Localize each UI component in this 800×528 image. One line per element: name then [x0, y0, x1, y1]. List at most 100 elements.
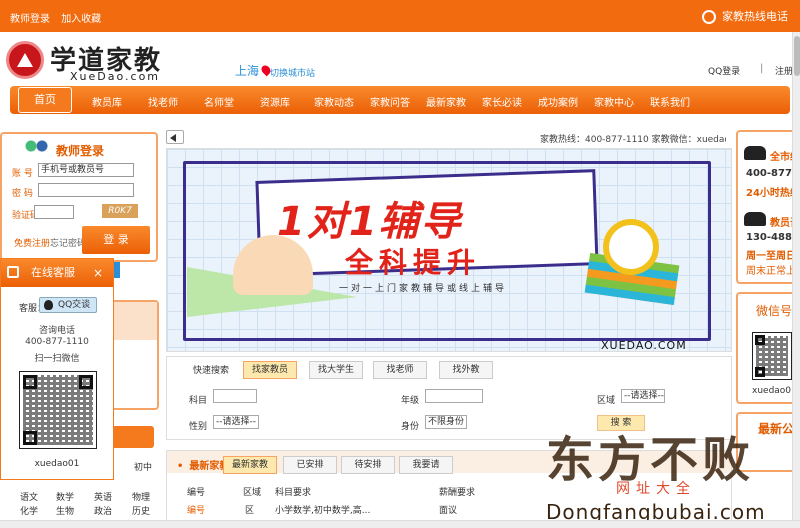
- wechat-title: 微信号: [756, 304, 793, 318]
- banner-watermark: XUEDAO.COM: [601, 339, 687, 352]
- top-link-teacher-login[interactable]: 教师登录: [10, 14, 50, 25]
- column-header: 区域: [243, 488, 262, 498]
- grid-item[interactable]: 物理: [132, 490, 150, 503]
- column-header: 编号: [187, 488, 206, 498]
- grid-item[interactable]: 英语: [94, 490, 112, 503]
- online-service-widget: 在线客服 × 客服： QQ交谈 咨询电话 400-877-1110 扫一扫微信 x…: [0, 258, 114, 480]
- teacher-login-panel: 教师登录 账 号 手机号或教员号 密 码 验证码 R0K7 免费注册 忘记密码 …: [0, 132, 158, 262]
- top-bar: 教师登录 加入收藏 家教热线电话: [0, 0, 800, 32]
- list-tab[interactable]: 最新家教: [223, 456, 277, 474]
- nav-item[interactable]: 最新家教: [426, 94, 466, 109]
- gender-select[interactable]: --请选择--: [213, 415, 259, 429]
- gender-label: 性别: [189, 422, 208, 432]
- identity-label: 身份: [401, 422, 420, 432]
- banner-title: 1对1辅导: [277, 199, 463, 245]
- username-label: 账 号: [12, 169, 33, 179]
- main-nav: 首页 教员库 找老师 名师堂 资源库 家教动态 家教问答 最新家教 家长必读 成…: [10, 86, 790, 114]
- nav-item[interactable]: 家教中心: [594, 94, 634, 109]
- top-link-favorite[interactable]: 加入收藏: [61, 14, 101, 25]
- wechat-qr-code: [752, 332, 792, 380]
- list-tab[interactable]: 待安排: [341, 456, 395, 474]
- alarm-clock-icon: [603, 219, 659, 275]
- city-selector[interactable]: 上海: [235, 62, 273, 79]
- identity-select[interactable]: 不限身份: [425, 415, 467, 429]
- grid-item[interactable]: 生物: [56, 504, 74, 517]
- close-icon[interactable]: ×: [93, 259, 103, 287]
- telephone-icon: [744, 146, 766, 160]
- qq-login-link[interactable]: QQ登录: [708, 64, 740, 77]
- vertical-scrollbar[interactable]: [792, 32, 800, 520]
- register-link[interactable]: 注册: [775, 64, 793, 77]
- contact-panel: 全市统一热线 400-877-1110 24小时热线 教员咨询 130-4888…: [736, 130, 800, 284]
- left-panel-tab[interactable]: [112, 426, 154, 448]
- forgot-password-link[interactable]: 忘记密码: [50, 236, 86, 249]
- nav-item[interactable]: 家教问答: [370, 94, 410, 109]
- banner-tagline: 一对一上门家教辅导或线上辅导: [339, 284, 508, 294]
- service-phone: 400-877-1110: [25, 337, 89, 347]
- search-tab[interactable]: 找老师: [373, 361, 427, 379]
- grade-label: 年级: [401, 396, 420, 406]
- search-tab[interactable]: 找大学生: [309, 361, 363, 379]
- search-label: 快速搜索: [193, 366, 230, 376]
- hero-banner[interactable]: 1对1辅导 全科提升 一对一上门家教辅导或线上辅导 XUEDAO.COM: [166, 148, 732, 352]
- password-input[interactable]: [38, 183, 134, 197]
- table-cell[interactable]: 小学数学,初中数学,高...: [275, 503, 370, 516]
- hotline-text: 家教热线：400-877-1110 家教微信：xuedao_cc: [540, 135, 726, 145]
- captcha-input[interactable]: [34, 205, 74, 219]
- nav-item[interactable]: 成功案例: [538, 94, 578, 109]
- nav-item[interactable]: 教员库: [92, 94, 122, 109]
- login-button[interactable]: 登 录: [82, 226, 150, 254]
- switch-city-link[interactable]: 切换城市站: [270, 66, 315, 79]
- top-phone: 家教热线电话: [702, 8, 788, 24]
- service-header: 在线客服 ×: [1, 259, 113, 287]
- login-title: 教师登录: [56, 144, 105, 158]
- banner-subtitle: 全科提升: [345, 246, 482, 279]
- nav-item[interactable]: 联系我们: [650, 94, 690, 109]
- service-title: 在线客服: [31, 266, 75, 279]
- nav-item[interactable]: 家教动态: [314, 94, 354, 109]
- wechat-id: xuedao01: [752, 386, 797, 396]
- list-tab[interactable]: 我要请: [399, 456, 453, 474]
- grid-item[interactable]: 初中: [134, 460, 152, 473]
- service-wechat-id: xuedao01: [34, 459, 80, 469]
- wechat-panel: 微信号 xuedao01: [736, 292, 800, 404]
- phone-icon: [702, 10, 716, 24]
- scrollbar-thumb[interactable]: [794, 36, 800, 76]
- service-wechat-title: 扫一扫微信: [34, 354, 80, 364]
- captcha-image[interactable]: R0K7: [102, 204, 138, 218]
- area-select[interactable]: --请选择--: [621, 389, 665, 403]
- register-link[interactable]: 免费注册: [14, 236, 50, 249]
- logo-domain: XueDao.com: [70, 70, 161, 83]
- city-name: 上海: [235, 64, 260, 78]
- users-icon: [24, 140, 50, 156]
- grid-item[interactable]: 化学: [20, 504, 38, 517]
- speaker-icon[interactable]: [166, 130, 184, 144]
- logo-emblem[interactable]: [6, 41, 44, 79]
- nav-item[interactable]: 找老师: [148, 94, 178, 109]
- grid-item[interactable]: 政治: [94, 504, 112, 517]
- username-input[interactable]: 手机号或教员号: [38, 163, 134, 177]
- table-cell: 区: [245, 506, 255, 516]
- search-tab[interactable]: 找外教: [439, 361, 493, 379]
- nav-item[interactable]: 资源库: [260, 94, 290, 109]
- chat-icon: [7, 266, 19, 278]
- subject-label: 科目: [189, 396, 208, 406]
- grade-input[interactable]: [425, 389, 483, 403]
- qq-chat-button[interactable]: QQ交谈: [39, 297, 97, 313]
- table-cell: 面议: [439, 506, 458, 516]
- grid-item[interactable]: 历史: [132, 504, 150, 517]
- grid-item[interactable]: 数学: [56, 490, 74, 503]
- nav-item[interactable]: 名师堂: [204, 94, 234, 109]
- subject-input[interactable]: [213, 389, 257, 403]
- header-separator: |: [760, 63, 764, 74]
- table-cell[interactable]: 编号: [187, 503, 205, 516]
- top-phone-text: 家教热线电话: [722, 10, 788, 23]
- nav-home[interactable]: 首页: [18, 87, 72, 113]
- grid-item[interactable]: 语文: [20, 490, 38, 503]
- search-tab[interactable]: 找家教员: [243, 361, 297, 379]
- teacher-phone: 130-4888: [746, 232, 799, 243]
- horizontal-scrollbar[interactable]: [0, 520, 800, 528]
- list-tab[interactable]: 已安排: [283, 456, 337, 474]
- nav-item[interactable]: 家长必读: [482, 94, 522, 109]
- column-header: 科目要求: [275, 488, 312, 498]
